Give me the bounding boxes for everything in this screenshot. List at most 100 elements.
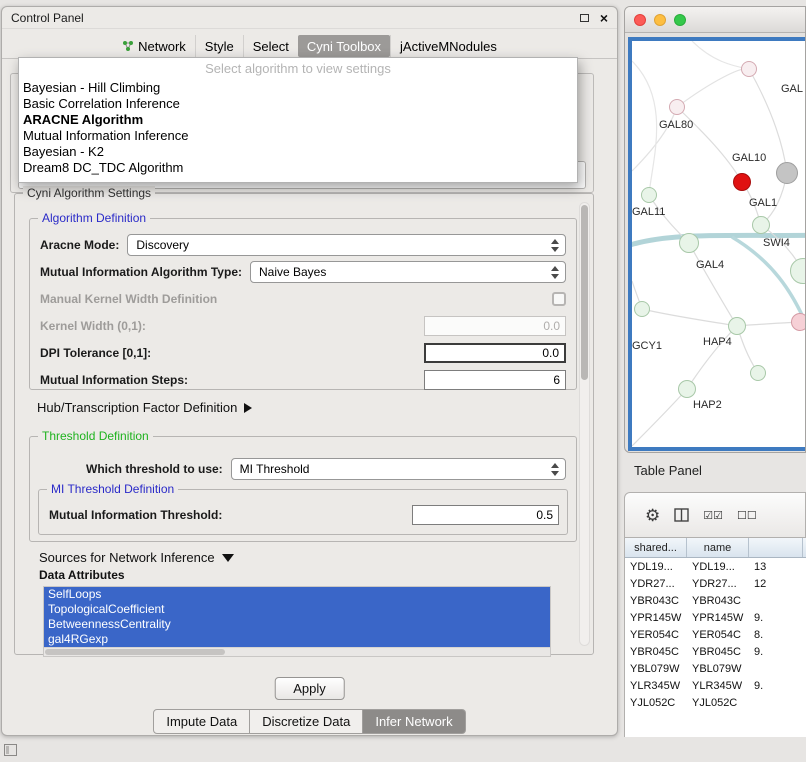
select-all-checks-icon[interactable]: ☑☑ xyxy=(703,509,723,522)
column-header-cut[interactable] xyxy=(749,538,803,557)
manual-kernel-label: Manual Kernel Width Definition xyxy=(40,292,217,306)
table-row[interactable]: YER054CYER054C8. xyxy=(625,626,806,643)
close-traffic-icon[interactable] xyxy=(634,14,646,26)
network-node[interactable] xyxy=(791,313,806,331)
hub-definition-label: Hub/Transcription Factor Definition xyxy=(37,400,237,415)
node-hap2[interactable] xyxy=(678,380,696,398)
deselect-all-checks-icon[interactable]: ☐☐ xyxy=(737,509,757,522)
cell: YLR345W xyxy=(625,680,687,692)
float-window-icon[interactable] xyxy=(580,14,589,22)
attributes-hscrollbar[interactable] xyxy=(44,647,550,656)
tab-cyni-toolbox[interactable]: Cyni Toolbox xyxy=(298,35,390,57)
minimize-traffic-icon[interactable] xyxy=(654,14,666,26)
dropdown-item-dream8[interactable]: Dream8 DC_TDC Algorithm xyxy=(19,160,577,176)
node-gal1[interactable] xyxy=(752,216,770,234)
tab-select[interactable]: Select xyxy=(243,35,298,57)
node-label: GAL10 xyxy=(732,152,766,164)
gear-icon[interactable]: ⚙ xyxy=(645,507,660,524)
manual-kernel-checkbox[interactable] xyxy=(552,292,566,306)
cell: YDR27... xyxy=(625,578,687,590)
dropdown-item-basic-correlation[interactable]: Basic Correlation Inference xyxy=(19,96,577,112)
node-gal11[interactable] xyxy=(641,187,657,203)
attribute-item-betweennesscentrality[interactable]: BetweennessCentrality xyxy=(44,617,550,632)
which-threshold-select[interactable]: MI Threshold xyxy=(231,458,566,480)
mi-threshold-label: Mutual Information Threshold: xyxy=(49,508,222,522)
cell: 9. xyxy=(749,612,803,624)
node-label: SWI4 xyxy=(763,237,790,249)
dropdown-item-mutual-information[interactable]: Mutual Information Inference xyxy=(19,128,577,144)
cell: YBR045C xyxy=(687,646,749,658)
node-gal80[interactable] xyxy=(669,99,685,115)
close-icon[interactable]: × xyxy=(600,11,608,25)
node-gal10[interactable] xyxy=(733,173,751,191)
attribute-item-selfloops[interactable]: SelfLoops xyxy=(44,587,550,602)
dropdown-item-bayesian-hill-climbing[interactable]: Bayesian - Hill Climbing xyxy=(19,80,577,96)
node-label: GCY1 xyxy=(632,340,662,352)
node-label: HAP2 xyxy=(693,399,722,411)
table-row[interactable]: YDR27...YDR27...12 xyxy=(625,575,806,592)
table-row[interactable]: YPR145WYPR145W9. xyxy=(625,609,806,626)
table-row[interactable]: YBL079WYBL079W xyxy=(625,660,806,677)
column-header-shared[interactable]: shared... xyxy=(625,538,687,557)
tab-infer-network[interactable]: Infer Network xyxy=(363,709,465,734)
tab-network[interactable]: Network xyxy=(113,35,195,57)
columns-icon[interactable] xyxy=(674,508,689,522)
tab-jactivemnodules[interactable]: jActiveMNodules xyxy=(390,35,506,57)
cyni-algorithm-settings-group: Cyni Algorithm Settings Algorithm Defini… xyxy=(14,193,594,655)
table-header-row: shared... name xyxy=(625,538,806,558)
dropdown-placeholder: Select algorithm to view settings xyxy=(19,58,577,80)
network-view-window: GAL GAL80 GAL10 GAL11 GAL1 SWI4 GAL4 GCY… xyxy=(624,6,806,453)
settings-vscrollbar[interactable] xyxy=(579,202,590,646)
node-label: GAL xyxy=(781,83,803,95)
attribute-item-topologicalcoefficient[interactable]: TopologicalCoefficient xyxy=(44,602,550,617)
hscrollbar-thumb[interactable] xyxy=(45,649,225,655)
table-row[interactable]: YBR045CYBR045C9. xyxy=(625,643,806,660)
vscrollbar-thumb[interactable] xyxy=(581,205,588,380)
hub-definition-expander[interactable]: Hub/Transcription Factor Definition xyxy=(37,400,252,415)
combo-arrows-icon xyxy=(551,462,560,477)
node-gal4[interactable] xyxy=(679,233,699,253)
mi-steps-field[interactable] xyxy=(424,370,566,390)
network-node[interactable] xyxy=(741,61,757,77)
cell: YJL052C xyxy=(625,697,687,709)
tab-label: Network xyxy=(138,39,186,54)
dpi-tolerance-field[interactable] xyxy=(424,343,566,363)
expand-right-icon xyxy=(244,403,252,413)
zoom-traffic-icon[interactable] xyxy=(674,14,686,26)
mi-threshold-field[interactable] xyxy=(412,505,559,525)
kernel-width-label: Kernel Width (0,1): xyxy=(40,319,146,333)
dropdown-item-aracne[interactable]: ARACNE Algorithm xyxy=(19,112,577,128)
sources-expander[interactable]: Sources for Network Inference xyxy=(39,550,234,565)
column-header-name[interactable]: name xyxy=(687,538,749,557)
node-label: GAL4 xyxy=(696,259,724,271)
settings-group-title: Cyni Algorithm Settings xyxy=(23,186,155,200)
tab-discretize-data[interactable]: Discretize Data xyxy=(250,709,363,734)
node-gray[interactable] xyxy=(776,162,798,184)
mi-type-select[interactable]: Naive Bayes xyxy=(250,261,566,283)
dropdown-item-bayesian-k2[interactable]: Bayesian - K2 xyxy=(19,144,577,160)
node-label: HAP4 xyxy=(703,336,732,348)
table-toolbar: ⚙ ☑☑ ☐☐ xyxy=(624,492,806,538)
tab-label: Select xyxy=(253,39,289,54)
node-gcy1[interactable] xyxy=(634,301,650,317)
combo-arrows-icon xyxy=(551,265,560,280)
table-row[interactable]: YLR345WYLR345W9. xyxy=(625,677,806,694)
table-row[interactable]: YJL052CYJL052C xyxy=(625,694,806,711)
tab-style[interactable]: Style xyxy=(195,35,243,57)
kernel-width-field[interactable] xyxy=(424,316,566,336)
network-window-titlebar xyxy=(625,7,805,33)
node-hap4[interactable] xyxy=(728,317,746,335)
apply-button[interactable]: Apply xyxy=(274,677,345,700)
mi-steps-label: Mutual Information Steps: xyxy=(40,373,188,387)
cell: YBR043C xyxy=(687,595,749,607)
docked-panel-icon[interactable] xyxy=(4,744,17,756)
table-row[interactable]: YBR043CYBR043C xyxy=(625,592,806,609)
network-node[interactable] xyxy=(750,365,766,381)
table-row[interactable]: YDL19...YDL19...13 xyxy=(625,558,806,575)
which-threshold-label: Which threshold to use: xyxy=(86,462,223,476)
aracne-mode-select[interactable]: Discovery xyxy=(127,234,566,256)
tab-impute-data[interactable]: Impute Data xyxy=(153,709,250,734)
control-panel-titlebar: Control Panel × xyxy=(2,7,617,29)
attribute-item-gal4rgexp[interactable]: gal4RGexp xyxy=(44,632,550,647)
network-canvas[interactable]: GAL GAL80 GAL10 GAL11 GAL1 SWI4 GAL4 GCY… xyxy=(628,37,806,451)
